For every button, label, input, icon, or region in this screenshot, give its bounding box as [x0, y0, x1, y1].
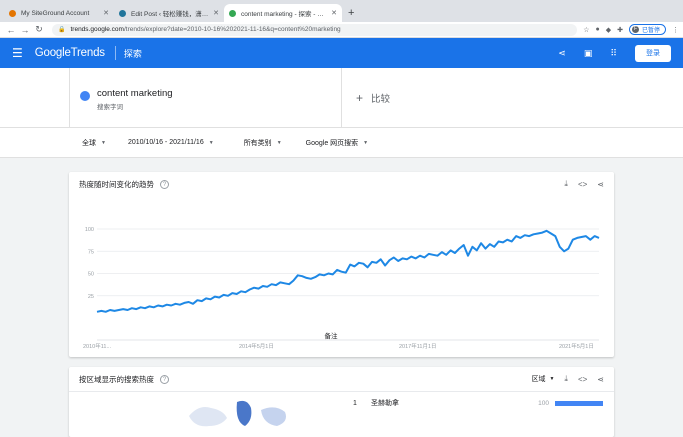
- region-select[interactable]: 区域 ▼: [531, 374, 554, 384]
- search-term[interactable]: content marketing: [97, 88, 173, 99]
- filter-label: Google 网页搜索: [305, 139, 359, 147]
- caret-down-icon: ▼: [101, 139, 106, 146]
- filter-label: 所有类别: [243, 139, 272, 147]
- search-term-type: 搜索字词: [97, 104, 123, 111]
- embed-icon[interactable]: <>: [578, 375, 587, 384]
- pause-label: 已暂停: [641, 28, 660, 34]
- filter-category[interactable]: 所有类别 ▼: [244, 138, 282, 148]
- interest-over-time-card: 热度随时间变化的趋势 ? ⤓ <> ⋖ 100 75 50 25 2010年11...…: [69, 172, 614, 357]
- chart-grid: [97, 228, 599, 341]
- hamburger-menu-icon[interactable]: ☰: [12, 46, 23, 60]
- share-icon[interactable]: ⋖: [597, 375, 604, 384]
- google-trends-logo[interactable]: GoogleTrends: [35, 47, 105, 59]
- extension-icon[interactable]: ●: [595, 26, 599, 33]
- browser-tab-trends[interactable]: content marketing - 探索 - Goo... ✕: [224, 4, 342, 22]
- help-icon[interactable]: ?: [160, 374, 169, 384]
- logo-google: Google: [34, 47, 71, 59]
- x-tick-label: 2014年5月1日: [239, 342, 274, 350]
- url-path: /trends/explore?date=2010-10-16%202021-1…: [123, 26, 341, 33]
- term-color-dot: [80, 91, 90, 101]
- rank-bar: [555, 400, 603, 406]
- series-line-content-marketing[interactable]: [96, 229, 600, 313]
- close-tab-icon[interactable]: ✕: [331, 9, 337, 17]
- share-icon[interactable]: ⋖: [558, 48, 566, 59]
- profile-paused-button[interactable]: F 已暂停: [628, 24, 666, 35]
- interest-chart: 100755025 2010年11... 2014年5月1日 2017年11月1日 2…: [83, 227, 600, 350]
- y-tick-label: 100: [85, 227, 94, 233]
- region-rank-row[interactable]: 1 圣赫勒拿 100: [353, 398, 603, 408]
- help-icon[interactable]: ?: [160, 179, 169, 189]
- plus-icon: +: [356, 90, 364, 105]
- back-icon[interactable]: ←: [4, 25, 18, 35]
- siteground-favicon-icon: [9, 9, 16, 17]
- card-title: 按区域显示的搜索热度: [79, 374, 154, 384]
- extension-icon[interactable]: ◆: [606, 26, 611, 34]
- page-title: 探索: [123, 48, 142, 59]
- apps-grid-icon[interactable]: ⠿: [610, 48, 617, 59]
- tab-title: Edit Post ‹ 轻松赚钱，潇洒生活: [131, 11, 210, 18]
- caret-down-icon: ▼: [549, 376, 555, 382]
- download-icon[interactable]: ⤓: [564, 374, 568, 384]
- forward-icon[interactable]: →: [18, 25, 32, 35]
- world-map-icon[interactable]: [129, 396, 329, 436]
- tab-title: My SiteGround Account: [21, 9, 90, 17]
- region-name[interactable]: 圣赫勒拿: [371, 398, 538, 408]
- close-tab-icon[interactable]: ✕: [213, 9, 219, 17]
- search-term-box[interactable]: content marketing 搜索字词: [69, 68, 342, 127]
- y-tick-label: 50: [88, 272, 94, 278]
- filter-label: 2010/10/16 - 2021/11/16: [127, 139, 204, 146]
- compare-bar: content marketing 搜索字词 + 比较: [0, 68, 683, 128]
- browser-tab-strip: My SiteGround Account ✕ Edit Post ‹ 轻松赚钱…: [0, 0, 683, 22]
- browser-tab-edit-post[interactable]: Edit Post ‹ 轻松赚钱，潇洒生活 ✕: [114, 4, 224, 22]
- browser-tab-siteground[interactable]: My SiteGround Account ✕: [4, 4, 114, 22]
- login-button[interactable]: 登录: [635, 44, 671, 62]
- url-host: trends.google.com: [70, 26, 124, 33]
- download-icon[interactable]: ⤓: [564, 179, 568, 189]
- caret-down-icon: ▼: [208, 139, 214, 146]
- wordpress-favicon-icon: [119, 9, 126, 17]
- y-tick-label: 25: [88, 294, 94, 300]
- y-tick-label: 75: [88, 249, 94, 255]
- add-comparison-button[interactable]: + 比较: [342, 68, 404, 127]
- logo-trends: Trends: [70, 47, 105, 59]
- filter-date-range[interactable]: 2010/10/16 - 2021/11/16 ▼: [128, 139, 214, 146]
- filter-region[interactable]: 全球 ▼: [82, 138, 106, 148]
- notes-label[interactable]: 备注: [325, 331, 339, 340]
- filter-bar: 全球 ▼ 2010/10/16 - 2021/11/16 ▼ 所有类别 ▼ Go…: [0, 128, 683, 158]
- lock-icon[interactable]: 🔒: [58, 26, 65, 33]
- x-tick-label: 2017年11月1日: [399, 342, 437, 350]
- tab-title: content marketing - 探索 - Goo...: [241, 11, 329, 18]
- embed-icon[interactable]: <>: [578, 180, 587, 189]
- trends-header: ☰ GoogleTrends 探索 ⋖ ▣ ⠿ 登录: [0, 38, 683, 68]
- address-bar[interactable]: 🔒 trends.google.com /trends/explore?date…: [52, 23, 578, 36]
- caret-down-icon: ▼: [363, 139, 369, 146]
- y-axis-ticks: 100 75 50 25: [85, 227, 94, 300]
- x-tick-label: 2010年11...: [83, 342, 112, 350]
- caret-down-icon: ▼: [276, 139, 282, 146]
- x-tick-label: 2021年5月1日: [559, 342, 594, 350]
- browser-menu-icon[interactable]: ⋮: [672, 26, 679, 34]
- reload-icon[interactable]: ↻: [32, 24, 46, 35]
- rank-number: 1: [353, 399, 357, 407]
- close-tab-icon[interactable]: ✕: [103, 9, 109, 17]
- browser-toolbar: ← → ↻ 🔒 trends.google.com /trends/explor…: [0, 22, 683, 38]
- filter-search-type[interactable]: Google 网页搜索 ▼: [306, 138, 368, 148]
- share-icon[interactable]: ⋖: [597, 180, 604, 189]
- rank-value: 100: [538, 399, 549, 407]
- trends-favicon-icon: [229, 9, 236, 17]
- extensions-puzzle-icon[interactable]: ✚: [617, 26, 623, 34]
- header-divider: [114, 46, 116, 60]
- compare-label: 比较: [371, 93, 391, 105]
- x-axis-ticks: 2010年11... 2014年5月1日 2017年11月1日 2021年5月1日: [83, 342, 594, 350]
- feedback-icon[interactable]: ▣: [584, 48, 593, 59]
- card-title: 热度随时间变化的趋势: [79, 179, 154, 189]
- bookmark-star-icon[interactable]: ☆: [583, 26, 589, 34]
- new-tab-button[interactable]: +: [348, 4, 354, 22]
- avatar: F: [631, 26, 639, 33]
- region-select-label: 区域: [531, 376, 546, 383]
- filter-label: 全球: [82, 139, 96, 147]
